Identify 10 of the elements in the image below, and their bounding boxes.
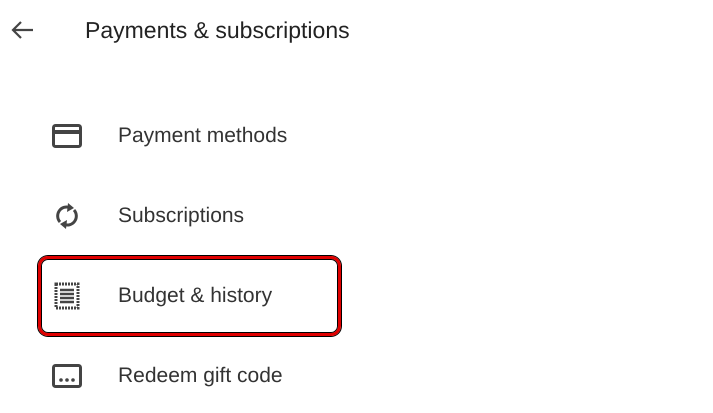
- redeem-code-icon: [52, 364, 82, 388]
- sync-icon: [55, 203, 79, 229]
- back-arrow-icon[interactable]: [10, 20, 34, 40]
- menu-item-label[interactable]: Budget & history: [118, 284, 272, 308]
- credit-card-icon: [52, 124, 82, 148]
- page-title: Payments & subscriptions: [85, 16, 350, 44]
- menu-item-label[interactable]: Payment methods: [118, 124, 288, 148]
- menu-item-label[interactable]: Redeem gift code: [118, 364, 283, 388]
- menu-item-label[interactable]: Subscriptions: [118, 204, 244, 228]
- receipt-icon: [54, 282, 80, 310]
